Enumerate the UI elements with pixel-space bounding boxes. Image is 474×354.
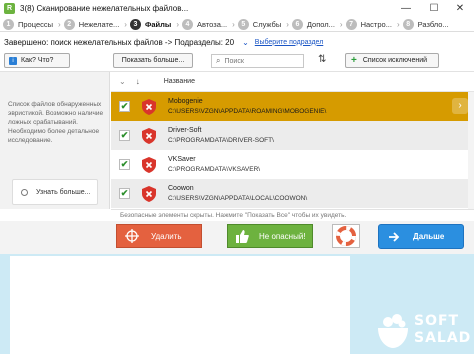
status-text: Завершено: поиск нежелательных файлов ->… bbox=[4, 37, 235, 47]
plus-icon: + bbox=[351, 55, 357, 66]
minimize-button[interactable]: — bbox=[392, 0, 420, 17]
item-name: Driver-Soft bbox=[168, 127, 202, 134]
thumbs-up-icon bbox=[236, 229, 249, 243]
item-path: C:\USERS\VZGN\APPDATA\ROAMING\MOBOGENIE\ bbox=[168, 108, 327, 115]
softsalad-watermark: SOFT SALAD bbox=[376, 306, 470, 354]
list-scrollbar[interactable] bbox=[468, 92, 474, 209]
step-tab-4[interactable]: 4 Автоза... › bbox=[182, 18, 235, 31]
chevron-right-icon: › bbox=[124, 19, 127, 29]
row-checkbox[interactable]: ✔ bbox=[119, 188, 130, 199]
maximize-button[interactable]: ☐ bbox=[420, 0, 448, 17]
delete-button[interactable]: Удалить bbox=[116, 224, 202, 248]
chevron-right-icon: › bbox=[286, 19, 289, 29]
list-item[interactable]: ✔ VKSaver C:\PROGRAMDATA\VKSAVER\ bbox=[111, 150, 474, 179]
row-checkbox[interactable]: ✔ bbox=[119, 101, 130, 112]
chevron-right-icon: › bbox=[58, 19, 61, 29]
chevron-right-icon: › bbox=[176, 19, 179, 29]
salad-bowl-icon bbox=[378, 314, 408, 348]
item-path: C:\USERS\VZGN\APPDATA\LOCAL\COOWON\ bbox=[168, 195, 308, 202]
action-bar: Удалить Не опасный! Дальше bbox=[0, 221, 474, 254]
chevron-down-icon[interactable]: ⌄ bbox=[242, 38, 249, 47]
row-checkbox[interactable]: ✔ bbox=[119, 130, 130, 141]
list-item[interactable]: ✔ Mobogenie C:\USERS\VZGN\APPDATA\ROAMIN… bbox=[111, 92, 474, 121]
info-icon: i bbox=[9, 56, 17, 65]
chevron-right-icon[interactable]: › bbox=[452, 98, 468, 114]
step-tab-5[interactable]: 5 Службы › bbox=[237, 18, 289, 31]
select-all-chevron-icon[interactable]: ⌄ bbox=[119, 77, 126, 86]
lifebuoy-icon bbox=[336, 226, 356, 246]
step-tab-8[interactable]: 8 Разбло... bbox=[402, 18, 449, 31]
chevron-right-icon: › bbox=[232, 19, 235, 29]
show-more-button[interactable]: Показать больше... bbox=[113, 53, 193, 68]
item-name: Coowon bbox=[168, 185, 194, 192]
window-title: 3(8) Сканирование нежелательных файлов..… bbox=[20, 4, 189, 13]
toolbar: i Как? Что? Показать больше... ⌕ ⇅ + Спи… bbox=[0, 51, 474, 72]
watermark-line2: SALAD bbox=[414, 330, 472, 346]
arrow-right-icon bbox=[389, 231, 400, 242]
chevron-right-icon: › bbox=[396, 19, 400, 29]
watermark-line1: SOFT bbox=[414, 313, 460, 329]
column-name[interactable]: Название bbox=[164, 78, 195, 85]
sort-icon[interactable]: ↓ bbox=[136, 77, 140, 86]
search-icon: ⌕ bbox=[216, 56, 221, 65]
hidden-items-note: Безопасные элементы скрыты. Нажмите "Пок… bbox=[111, 209, 474, 221]
step-tab-3[interactable]: 3 Файлы › bbox=[129, 18, 179, 31]
next-button[interactable]: Дальше bbox=[378, 224, 464, 249]
search-box[interactable]: ⌕ bbox=[211, 54, 304, 68]
learn-more-button[interactable]: Узнать больше... bbox=[12, 179, 98, 205]
help-button[interactable] bbox=[332, 224, 360, 248]
threat-shield-icon bbox=[142, 185, 156, 202]
step-tabs: 1 Процессы › 2 Нежелате... › 3 Файлы › 4 Автоза… bbox=[0, 17, 474, 32]
info-panel: Список файлов обнаруженных эвристикой. В… bbox=[0, 72, 110, 209]
step-tab-1[interactable]: 1 Процессы › bbox=[3, 18, 61, 31]
step-tab-6[interactable]: 6 Допол... › bbox=[291, 18, 343, 31]
item-path: C:\PROGRAMDATA\DRIVER-SOFT\ bbox=[168, 137, 274, 144]
choose-subsection-link[interactable]: Выберите подраздел bbox=[255, 39, 324, 46]
app-icon: R bbox=[4, 3, 15, 14]
threat-shield-icon bbox=[142, 98, 156, 115]
threat-shield-icon bbox=[142, 127, 156, 144]
overlay-panel bbox=[10, 256, 350, 354]
item-name: VKSaver bbox=[168, 156, 196, 163]
not-dangerous-button[interactable]: Не опасный! bbox=[227, 224, 313, 248]
list-header: ⌄ ↓ Название bbox=[111, 72, 474, 92]
what-is-it-button[interactable]: i Как? Что? bbox=[4, 53, 70, 68]
item-name: Mobogenie bbox=[168, 98, 203, 105]
crosshair-icon bbox=[125, 229, 139, 243]
threat-shield-icon bbox=[142, 156, 156, 173]
step-tab-7[interactable]: 7 Настро... › bbox=[345, 18, 400, 31]
search-input[interactable] bbox=[224, 57, 295, 65]
sync-icon[interactable]: ⇅ bbox=[318, 54, 326, 65]
step-tab-2[interactable]: 2 Нежелате... › bbox=[63, 18, 127, 31]
chevron-right-icon: › bbox=[339, 19, 343, 29]
item-path: C:\PROGRAMDATA\VKSAVER\ bbox=[168, 166, 261, 173]
close-button[interactable]: ✕ bbox=[446, 0, 474, 17]
info-description: Список файлов обнаруженных эвристикой. В… bbox=[8, 101, 104, 144]
exclusions-list-button[interactable]: + Список исключений bbox=[345, 53, 439, 68]
list-item[interactable]: ✔ Coowon C:\USERS\VZGN\APPDATA\LOCAL\COO… bbox=[111, 179, 474, 208]
title-bar: R 3(8) Сканирование нежелательных файлов… bbox=[0, 0, 474, 17]
row-checkbox[interactable]: ✔ bbox=[119, 159, 130, 170]
status-line: Завершено: поиск нежелательных файлов ->… bbox=[0, 33, 474, 51]
bulb-icon bbox=[21, 188, 28, 196]
list-item[interactable]: ✔ Driver-Soft C:\PROGRAMDATA\DRIVER-SOFT… bbox=[111, 121, 474, 150]
